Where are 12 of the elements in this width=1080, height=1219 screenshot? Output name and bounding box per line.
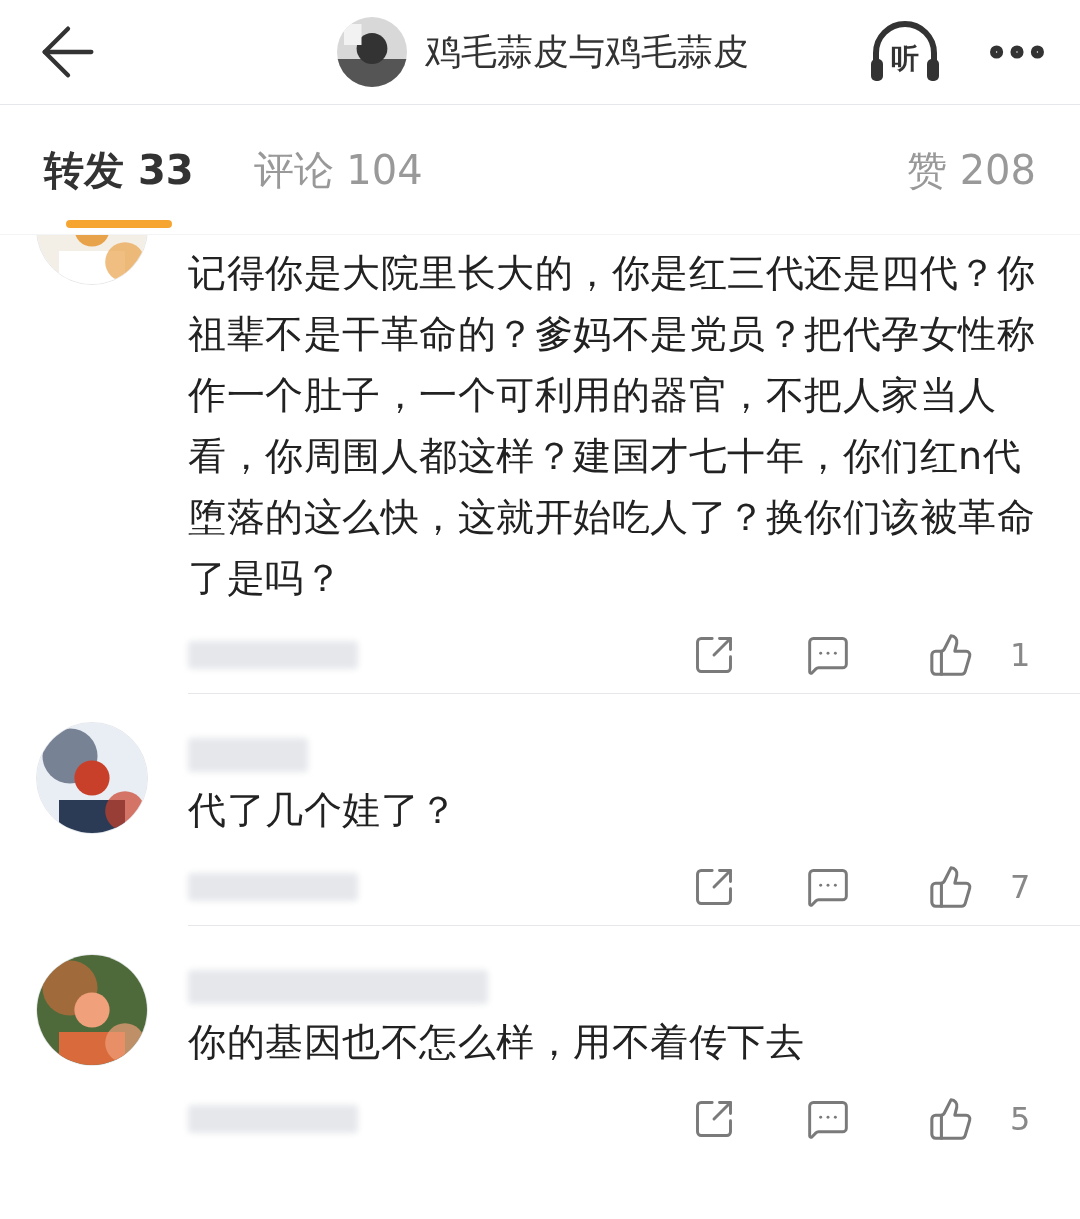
comment-text: 你的基因也不怎么样，用不着传下去	[188, 1019, 805, 1066]
like-icon[interactable]	[928, 632, 974, 678]
like-count: 1	[1010, 635, 1032, 676]
like-count: 7	[1010, 867, 1032, 908]
like-icon[interactable]	[928, 1096, 974, 1142]
tab[interactable]: 转发 33	[44, 105, 194, 234]
like-icon[interactable]	[928, 864, 974, 910]
comment-text: 记得你是大院里长大的，你是红三代还是四代？你祖辈不是干革命的？爹妈不是党员？把代孕女性称作一个肚子，一个可利用的器官，不把人家当人看，你周围人都这样？建国才七十年，你们红n代堕落的这么快，这就开始吃人了？换你们该被革命了是吗？	[188, 250, 1036, 602]
listen-button[interactable]: 听	[868, 19, 942, 85]
comment-text: 代了几个娃了？	[188, 787, 459, 834]
account-title: 鸡毛蒜皮与鸡毛蒜皮	[425, 30, 749, 74]
like-count: 5	[1010, 1099, 1032, 1140]
